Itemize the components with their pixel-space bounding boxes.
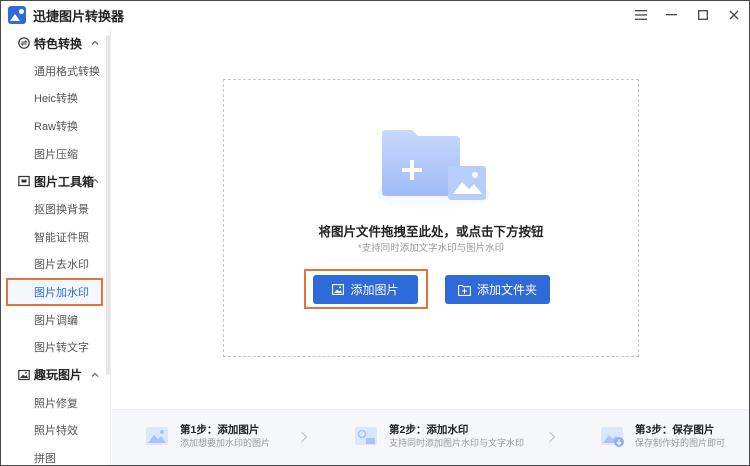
sidebar-item-image-compress[interactable]: 图片压缩 bbox=[1, 140, 110, 168]
sidebar-group-toolbox[interactable]: 图片工具箱 bbox=[1, 167, 110, 195]
watermark-icon bbox=[355, 427, 377, 445]
step-title: 第1步：添加图片 bbox=[180, 424, 260, 436]
sidebar-group-special-convert[interactable]: 特色转换 bbox=[1, 29, 110, 57]
step-title: 第2步：添加水印 bbox=[389, 424, 469, 436]
sidebar-item-heic-convert[interactable]: Heic转换 bbox=[1, 85, 110, 113]
sidebar-item-image-edit[interactable]: 图片调编 bbox=[1, 306, 110, 334]
window-controls bbox=[625, 1, 749, 29]
sidebar-item-cutout[interactable]: 抠图换背景 bbox=[1, 195, 110, 223]
image-fun-icon bbox=[17, 368, 30, 381]
sidebar-item-raw-convert[interactable]: Raw转换 bbox=[1, 112, 110, 140]
sidebar: 特色转换 通用格式转换 Heic转换 Raw转换 图片压缩 图片工具箱 抠图换背… bbox=[1, 29, 111, 465]
step-desc: 保存制作好的图片即可 bbox=[635, 438, 726, 448]
folder-image-icon bbox=[377, 130, 489, 212]
chevron-up-icon bbox=[91, 179, 99, 184]
add-image-button[interactable]: 添加图片 bbox=[313, 275, 418, 304]
main-area: 将图片文件拖拽至此处，或点击下方按钮 *支持同时添加文字水印与图片水印 添加图片… bbox=[112, 29, 749, 411]
step-title: 第3步：保存图片 bbox=[635, 424, 715, 436]
chevron-right-icon bbox=[549, 431, 556, 443]
sidebar-item-id-photo[interactable]: 智能证件照 bbox=[1, 223, 110, 251]
sidebar-item-photo-repair[interactable]: 照片修复 bbox=[1, 389, 110, 417]
sidebar-group-label: 趣玩图片 bbox=[34, 368, 83, 383]
step-1: 第1步：添加图片 添加想要加水印的图片 bbox=[145, 423, 270, 455]
app-title: 迅捷图片转换器 bbox=[33, 8, 125, 24]
sidebar-item-format-convert[interactable]: 通用格式转换 bbox=[1, 57, 110, 85]
toolbox-icon bbox=[17, 175, 30, 188]
chevron-up-icon bbox=[91, 40, 99, 45]
add-folder-label: 添加文件夹 bbox=[476, 283, 537, 297]
step-desc: 支持同时添加图片水印与文字水印 bbox=[389, 438, 525, 448]
sidebar-item-add-watermark[interactable]: 图片加水印 bbox=[6, 278, 103, 306]
sidebar-item-image-to-text[interactable]: 图片转文字 bbox=[1, 333, 110, 361]
drop-zone[interactable]: 将图片文件拖拽至此处，或点击下方按钮 *支持同时添加文字水印与图片水印 添加图片… bbox=[223, 79, 639, 357]
menu-icon[interactable] bbox=[625, 1, 656, 29]
image-icon bbox=[332, 284, 345, 295]
app-logo-icon bbox=[8, 6, 26, 24]
sidebar-item-collage[interactable]: 拼图 bbox=[1, 444, 110, 465]
sidebar-group-fun-images[interactable]: 趣玩图片 bbox=[1, 361, 110, 389]
step-3: 第3步：保存图片 保存制作好的图片即可 bbox=[600, 423, 725, 455]
step-2: 第2步：添加水印 支持同时添加图片水印与文字水印 bbox=[354, 423, 524, 455]
chevron-right-icon bbox=[301, 431, 308, 443]
close-icon[interactable] bbox=[718, 1, 749, 29]
app-window: 迅捷图片转换器 特色转换 通用格式转换 Heic转换 Raw转换 图片压缩 图片… bbox=[0, 0, 750, 466]
add-image-label: 添加图片 bbox=[350, 283, 399, 297]
add-folder-button[interactable]: 添加文件夹 bbox=[445, 275, 550, 304]
title-bar: 迅捷图片转换器 bbox=[1, 1, 749, 29]
sidebar-item-photo-effects[interactable]: 照片特效 bbox=[1, 417, 110, 445]
image-add-icon bbox=[146, 427, 168, 445]
image-save-icon bbox=[601, 427, 624, 447]
sidebar-item-remove-watermark[interactable]: 图片去水印 bbox=[1, 251, 110, 279]
convert-icon bbox=[17, 37, 30, 50]
drop-zone-subtitle: *支持同时添加文字水印与图片水印 bbox=[357, 243, 505, 254]
sidebar-group-label: 特色转换 bbox=[34, 36, 83, 51]
steps-bar: 第1步：添加图片 添加想要加水印的图片 第2步：添加水印 支持同时添加图片水印与… bbox=[112, 409, 749, 465]
minimize-icon[interactable] bbox=[656, 1, 687, 29]
maximize-icon[interactable] bbox=[687, 1, 718, 29]
sidebar-group-label: 图片工具箱 bbox=[34, 174, 95, 189]
chevron-up-icon bbox=[91, 372, 99, 377]
drop-zone-title: 将图片文件拖拽至此处，或点击下方按钮 bbox=[318, 225, 544, 239]
sidebar-scrollbar[interactable] bbox=[106, 35, 110, 375]
add-folder-icon bbox=[458, 284, 471, 296]
step-desc: 添加想要加水印的图片 bbox=[180, 438, 271, 448]
